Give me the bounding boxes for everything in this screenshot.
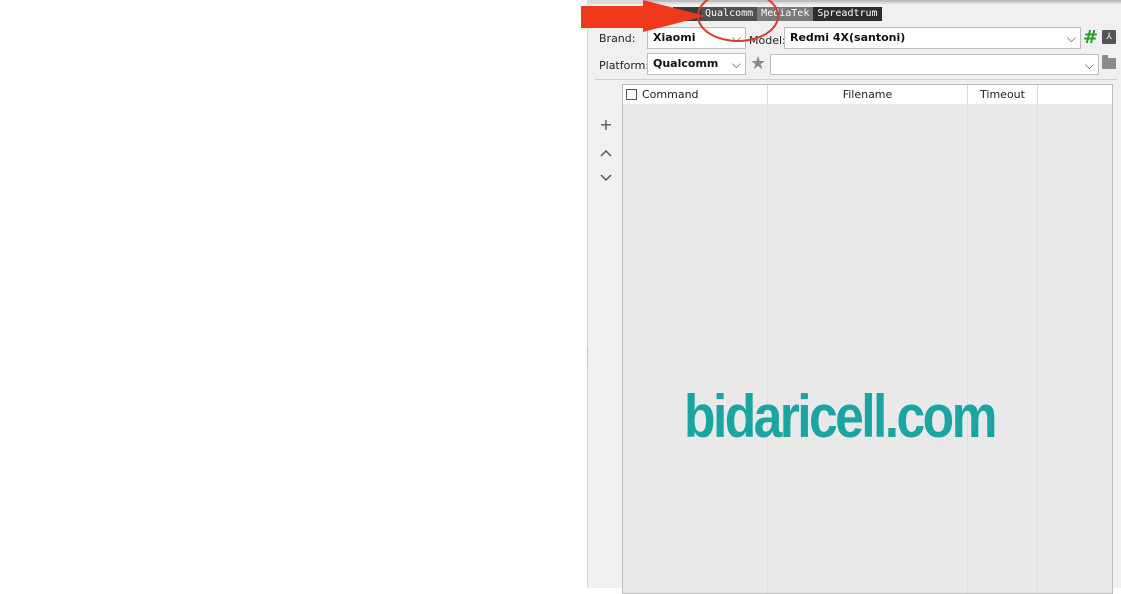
platform-select[interactable]: Qualcomm ⌵ [647, 53, 746, 75]
header-filename[interactable]: Filename [768, 85, 968, 104]
preset-select[interactable]: ⌵ [770, 54, 1099, 75]
move-up-icon[interactable] [598, 146, 614, 162]
column-divider [1037, 104, 1038, 593]
select-all-checkbox[interactable] [626, 89, 637, 100]
model-value: Redmi 4X(santoni) [790, 31, 906, 44]
command-table: Command Filename Timeout [622, 84, 1113, 594]
separator [595, 79, 1117, 80]
watermark-text: bidaricell.com [684, 383, 997, 450]
splitter-grip[interactable] [587, 350, 590, 364]
move-down-icon[interactable] [598, 171, 614, 187]
column-divider [967, 104, 968, 593]
hash-icon[interactable]: # [1083, 27, 1098, 48]
tab-spreadtrum[interactable]: Spreadtrum [813, 7, 882, 21]
header-timeout[interactable]: Timeout [968, 85, 1038, 104]
table-header: Command Filename Timeout [623, 85, 1112, 104]
arrow-annotation-icon [581, 0, 705, 32]
chevron-down-icon: ⌵ [1066, 31, 1076, 45]
pdf-icon[interactable]: ⅄ [1102, 30, 1116, 44]
model-select[interactable]: Redmi 4X(santoni) ⌵ [784, 27, 1081, 49]
add-icon[interactable]: + [598, 115, 614, 134]
header-command[interactable]: Command [623, 85, 768, 104]
chevron-down-icon: ⌵ [731, 57, 741, 71]
brand-value: Xiaomi [653, 31, 696, 44]
folder-icon[interactable] [1102, 55, 1116, 69]
platform-label: Platform: [599, 59, 650, 72]
header-command-label: Command [642, 88, 699, 101]
platform-value: Qualcomm [653, 57, 719, 70]
column-divider [767, 104, 768, 593]
star-icon[interactable]: ★ [750, 53, 766, 74]
brand-label: Brand: [599, 32, 636, 45]
chevron-down-icon: ⌵ [1084, 58, 1094, 72]
